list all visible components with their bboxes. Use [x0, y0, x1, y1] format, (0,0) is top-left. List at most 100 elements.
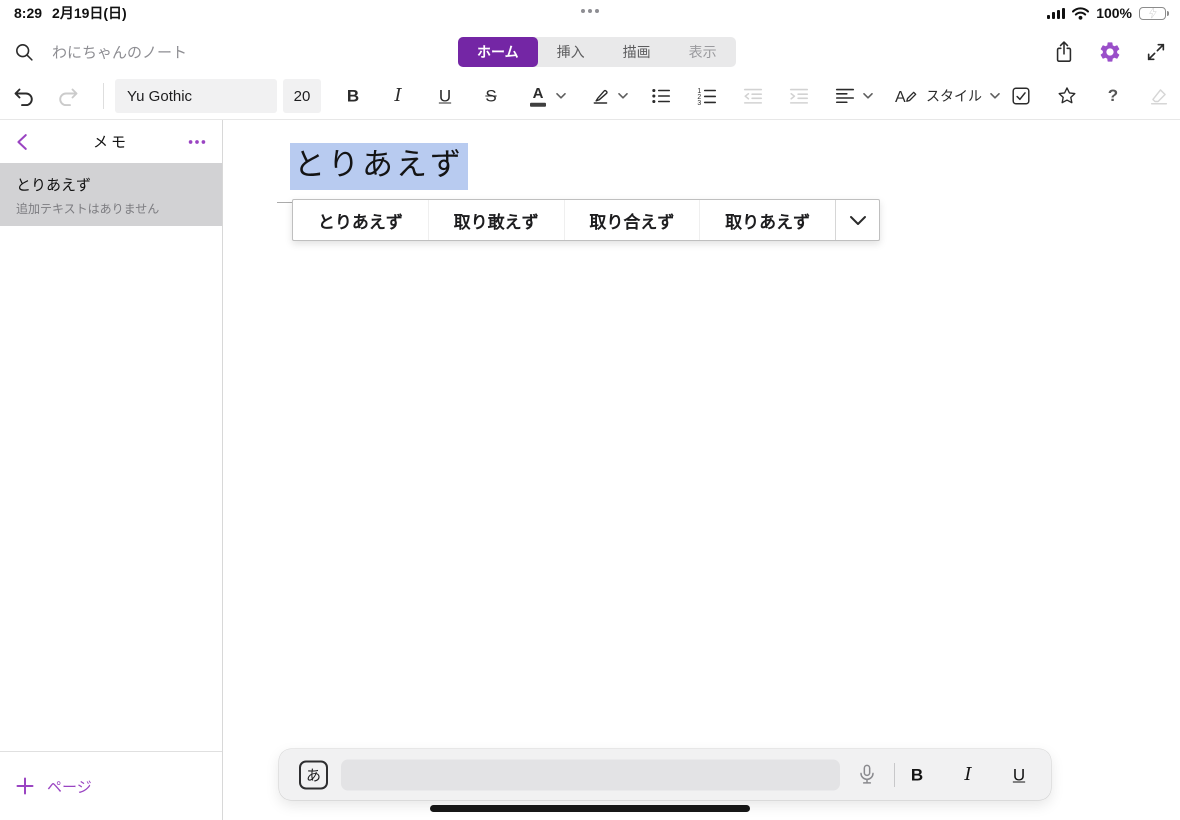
- accessory-bold-button[interactable]: B: [911, 766, 923, 783]
- section-title: メモ: [92, 134, 129, 151]
- numbered-list-button[interactable]: 123: [696, 85, 718, 107]
- align-left-icon: [835, 88, 855, 104]
- todo-tag-button[interactable]: [1010, 85, 1032, 107]
- home-indicator[interactable]: [430, 805, 750, 812]
- bold-icon: B: [346, 86, 360, 106]
- indent-button[interactable]: [788, 85, 810, 107]
- alignment-dropdown[interactable]: [863, 93, 873, 99]
- notebook-name[interactable]: わにちゃんのノート: [52, 42, 187, 63]
- redo-button[interactable]: [56, 84, 80, 108]
- chevron-down-icon: [849, 215, 866, 225]
- status-bar: 8:29 2月19日(日) 100%: [0, 0, 1180, 24]
- page-title[interactable]: とりあえず: [290, 143, 468, 190]
- highlight-dropdown[interactable]: [618, 93, 628, 99]
- onenote-app: 8:29 2月19日(日) 100% わにちゃんのノート ホーム 挿入 描画 表…: [0, 0, 1180, 820]
- style-icon: A: [895, 89, 917, 106]
- font-size-value: 20: [293, 87, 311, 105]
- redo-icon: [59, 88, 78, 107]
- alignment-button[interactable]: [834, 85, 856, 107]
- clear-formatting-button[interactable]: [1148, 85, 1171, 107]
- bullet-list-button[interactable]: [650, 85, 672, 107]
- expand-icon: [1147, 43, 1165, 61]
- page-item-title: とりあえず: [16, 177, 92, 194]
- accessory-underline-button[interactable]: U: [1013, 766, 1025, 783]
- tab-home[interactable]: ホーム: [458, 37, 538, 67]
- share-icon: [1056, 41, 1072, 62]
- dictation-button[interactable]: [857, 763, 877, 787]
- important-tag-button[interactable]: [1056, 85, 1078, 107]
- note-canvas[interactable]: とりあえず とりあえず 取り敢えず 取り合えず 取りあえず: [224, 120, 1180, 820]
- back-button[interactable]: [12, 131, 34, 153]
- accessory-italic-button[interactable]: I: [964, 765, 971, 784]
- battery-charging-icon: [1139, 6, 1169, 20]
- scribble-input-field[interactable]: [341, 759, 840, 790]
- settings-button[interactable]: [1098, 40, 1122, 64]
- styles-button[interactable]: A スタイル: [894, 85, 1000, 107]
- ime-more-candidates-button[interactable]: [835, 200, 879, 240]
- italic-icon: I: [394, 85, 402, 106]
- ime-candidate[interactable]: 取り敢えず: [427, 200, 564, 240]
- question-tag-button[interactable]: ?: [1108, 86, 1118, 106]
- highlight-button[interactable]: [590, 86, 611, 107]
- bold-button[interactable]: B: [347, 88, 359, 105]
- ime-candidate[interactable]: 取り合えず: [563, 200, 700, 240]
- page-item-subtitle: 追加テキストはありません: [16, 202, 160, 216]
- undo-button[interactable]: [12, 84, 36, 108]
- add-page-button[interactable]: ページ: [16, 776, 92, 797]
- italic-button[interactable]: I: [394, 87, 401, 105]
- formatting-toolbar: Yu Gothic 20 B I U S A 1 2 3 A スタイル ?: [0, 74, 1180, 120]
- undo-icon: [14, 88, 33, 107]
- underline-button[interactable]: U: [439, 88, 451, 105]
- tab-view[interactable]: 表示: [670, 37, 736, 67]
- checkbox-icon: [1012, 87, 1030, 105]
- chevron-down-icon: [556, 93, 566, 99]
- tab-draw[interactable]: 描画: [604, 37, 670, 67]
- search-button[interactable]: [14, 42, 35, 63]
- chevron-down-icon: [618, 93, 628, 99]
- sidebar-footer: ページ: [0, 751, 222, 820]
- chevron-down-icon: [990, 93, 1000, 99]
- input-mode-key[interactable]: あ: [299, 760, 328, 789]
- numbered-list-icon: 123: [697, 88, 717, 107]
- eraser-icon: [1150, 89, 1168, 105]
- bullet-list-icon: [652, 88, 671, 104]
- outdent-button[interactable]: [742, 85, 764, 107]
- font-color-dropdown[interactable]: [556, 93, 566, 99]
- ribbon-tabs: ホーム 挿入 描画 表示: [458, 37, 736, 67]
- status-date: 2月19日(日): [52, 5, 127, 21]
- font-size-select[interactable]: 20: [283, 79, 321, 113]
- question-mark-icon: ?: [1107, 86, 1119, 105]
- chevron-left-icon: [17, 133, 27, 150]
- cellular-signal-icon: [1047, 7, 1066, 19]
- strikethrough-button[interactable]: S: [485, 88, 496, 105]
- keyboard-accessory-bar: あ B I U: [279, 749, 1051, 800]
- font-color-icon: A: [530, 86, 546, 107]
- page-list-sidebar: メモ とりあえず 追加テキストはありません ページ: [0, 120, 223, 820]
- multitask-dots-icon[interactable]: [581, 9, 599, 13]
- page-list-item[interactable]: とりあえず 追加テキストはありません: [0, 163, 222, 226]
- outdent-icon: [743, 88, 763, 104]
- font-color-button[interactable]: A: [530, 86, 546, 107]
- ime-candidate[interactable]: とりあえず: [293, 200, 428, 240]
- indent-icon: [789, 88, 809, 104]
- font-name-select[interactable]: Yu Gothic: [115, 79, 277, 113]
- fullscreen-button[interactable]: [1145, 41, 1167, 63]
- toolbar-divider: [103, 83, 104, 109]
- underline-icon: U: [438, 86, 452, 106]
- microphone-icon: [860, 764, 874, 784]
- search-icon: [16, 44, 33, 61]
- ime-candidate-bar: とりあえず 取り敢えず 取り合えず 取りあえず: [292, 199, 880, 241]
- status-left: 8:29 2月19日(日): [14, 3, 127, 23]
- svg-text:A: A: [895, 89, 906, 106]
- svg-text:3: 3: [697, 100, 701, 107]
- gear-icon: [1100, 42, 1120, 62]
- battery-percent: 100%: [1096, 5, 1132, 21]
- share-button[interactable]: [1053, 40, 1075, 64]
- tab-insert[interactable]: 挿入: [538, 37, 604, 67]
- star-icon: [1058, 87, 1076, 104]
- app-header: わにちゃんのノート ホーム 挿入 描画 表示: [0, 24, 1180, 74]
- more-options-button[interactable]: [186, 131, 208, 153]
- status-time: 8:29: [14, 5, 43, 21]
- ime-candidate[interactable]: 取りあえず: [699, 200, 835, 240]
- chevron-down-icon: [863, 93, 873, 99]
